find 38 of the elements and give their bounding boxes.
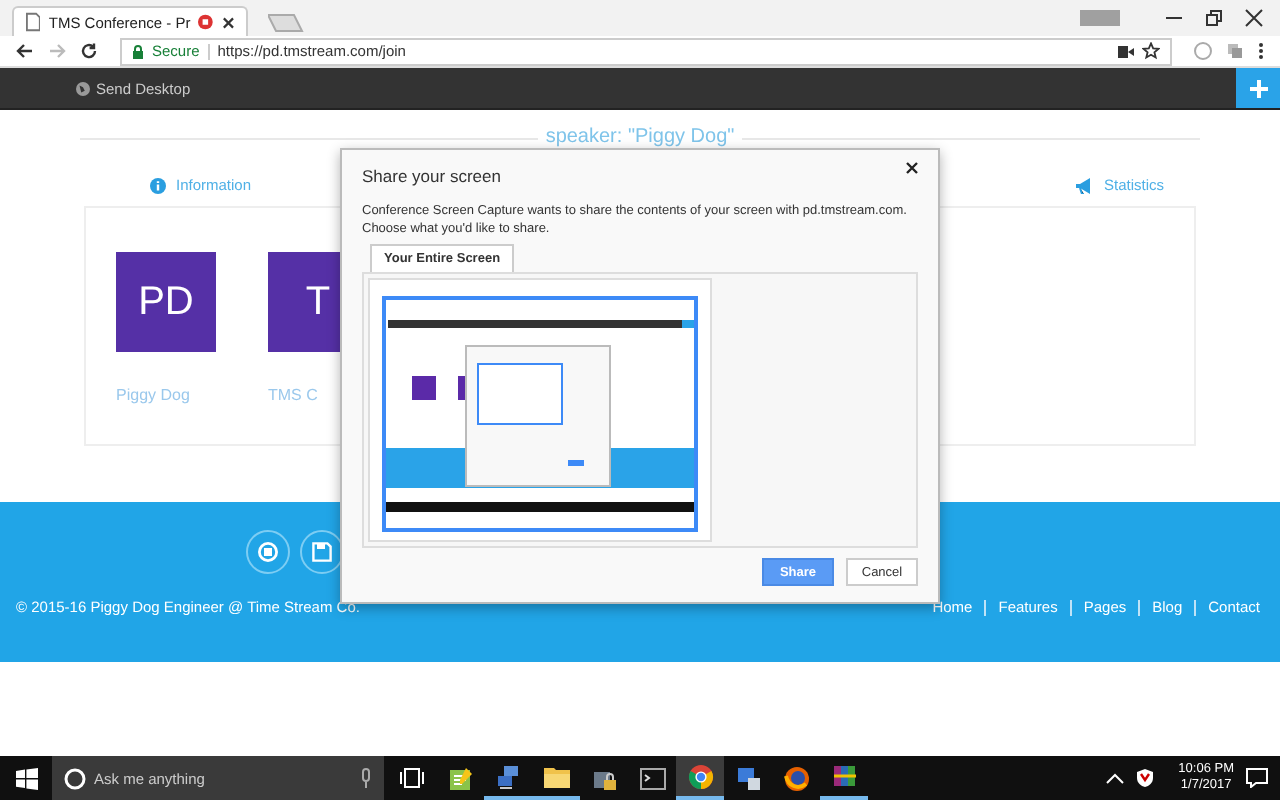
stop-button[interactable] — [246, 530, 290, 574]
back-arrow-icon[interactable] — [16, 42, 34, 60]
stacked-books-icon — [831, 764, 857, 788]
microphone-icon[interactable] — [360, 768, 372, 788]
megaphone-icon — [1075, 177, 1094, 193]
terminal-icon — [639, 767, 665, 789]
close-icon[interactable] — [221, 15, 235, 29]
star-icon[interactable] — [1142, 42, 1160, 60]
task-view-icon[interactable] — [400, 768, 424, 788]
firefox-logo-icon — [783, 765, 809, 791]
menu-icon[interactable] — [1258, 42, 1264, 60]
stop-icon — [258, 542, 278, 562]
globe-icon — [76, 81, 90, 95]
info-icon — [150, 177, 166, 193]
chrome-app-button[interactable] — [676, 756, 724, 800]
folder-icon — [543, 764, 569, 788]
notepad-icon — [447, 765, 473, 791]
caret-up-icon[interactable] — [1106, 772, 1125, 784]
screen-preview-drawing[interactable] — [382, 296, 698, 532]
reload-icon[interactable] — [80, 42, 98, 60]
lock-icon — [132, 43, 144, 59]
plus-icon — [1249, 79, 1267, 97]
network-computers-icon — [495, 763, 521, 789]
page-icon — [26, 12, 41, 32]
restore-icon[interactable] — [1204, 8, 1224, 28]
chrome-logo-icon — [687, 763, 713, 789]
initials-avatar: PD — [116, 252, 216, 352]
camera-icon[interactable] — [1118, 45, 1134, 57]
participant-name[interactable]: Piggy Dog — [116, 386, 216, 404]
cortana-circle-icon — [64, 767, 86, 789]
notification-icon[interactable] — [1246, 768, 1268, 788]
close-icon[interactable] — [906, 162, 918, 174]
shield-icon[interactable] — [1136, 768, 1155, 788]
computer-icon — [735, 765, 761, 791]
dialog-title: Share your screen — [362, 166, 501, 186]
speaker-heading: speaker: "Piggy Dog" — [537, 126, 743, 150]
windows-logo-icon — [15, 767, 37, 789]
close-window-icon[interactable] — [1244, 8, 1264, 28]
